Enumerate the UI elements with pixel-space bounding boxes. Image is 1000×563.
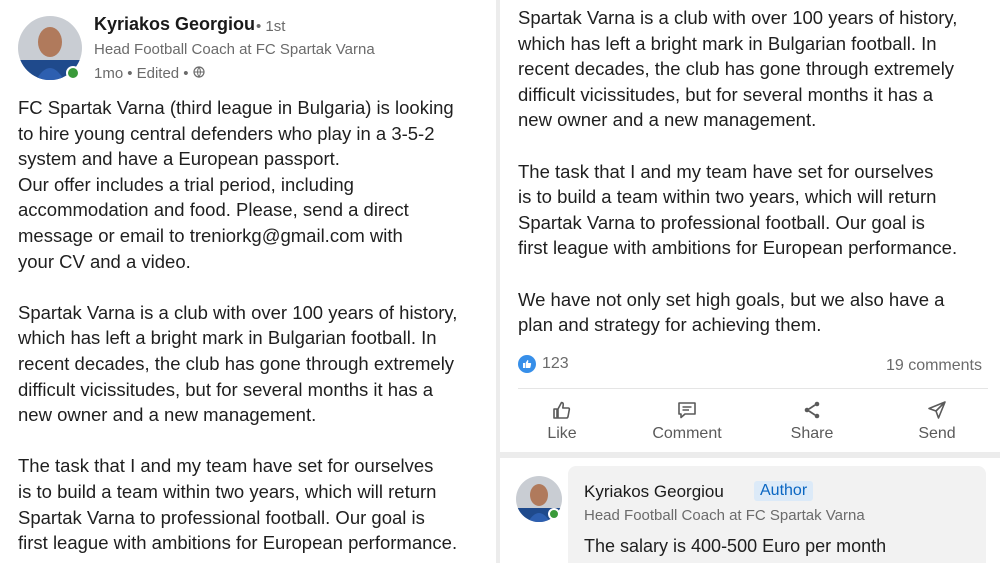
share-icon bbox=[762, 399, 862, 421]
post-text-line: Spartak Varna to professional football. … bbox=[518, 211, 925, 233]
commenter-online-icon bbox=[548, 508, 560, 520]
commenter-headline: Head Football Coach at FC Spartak Varna bbox=[584, 507, 865, 524]
post-text-line: recent decades, the club has gone throug… bbox=[18, 352, 455, 374]
post-text-line: We have not only set high goals, but we … bbox=[518, 288, 945, 310]
connection-degree: • 1st bbox=[256, 18, 286, 35]
reaction-count: 123 bbox=[542, 355, 569, 372]
author-headline: Head Football Coach at FC Spartak Varna bbox=[94, 41, 375, 58]
post-text-line: your CV and a video. bbox=[18, 250, 191, 272]
post-text-line: difficult vicissitudes, but for several … bbox=[18, 378, 434, 400]
post-text-line: The task that I and my team have set for… bbox=[518, 160, 934, 182]
post-left-panel: Kyriakos Georgiou • 1st Head Football Co… bbox=[0, 0, 496, 563]
online-status-icon bbox=[66, 66, 80, 80]
globe-icon bbox=[192, 65, 205, 82]
comment-section-divider bbox=[500, 452, 1000, 458]
post-text-line: which has left a bright mark in Bulgaria… bbox=[518, 32, 937, 54]
post-text-line: new owner and a new management. bbox=[18, 404, 317, 426]
post-text-line: is to build a team within two years, whi… bbox=[518, 186, 937, 208]
author-badge: Author bbox=[754, 481, 814, 501]
post-body-right: Spartak Varna is a club with over 100 ye… bbox=[518, 5, 957, 338]
author-name[interactable]: Kyriakos Georgiou bbox=[94, 14, 255, 35]
reactions-summary[interactable]: 123 bbox=[518, 355, 569, 373]
post-text-line: system and have a European passport. bbox=[18, 148, 340, 170]
like-button[interactable]: Like bbox=[512, 399, 612, 443]
comment-label: Comment bbox=[652, 425, 722, 442]
comment-button[interactable]: Comment bbox=[637, 399, 737, 443]
post-right-panel: Spartak Varna is a club with over 100 ye… bbox=[500, 0, 1000, 563]
comments-count[interactable]: 19 comments bbox=[886, 357, 982, 375]
comment-text: The salary is 400-500 Euro per month bbox=[584, 536, 887, 556]
share-label: Share bbox=[790, 425, 834, 442]
post-text-line: to hire young central defenders who play… bbox=[18, 122, 435, 144]
post-text-line: FC Spartak Varna (third league in Bulgar… bbox=[18, 97, 454, 118]
post-text-line: accommodation and food. Please, send a d… bbox=[18, 199, 409, 221]
post-body-left: FC Spartak Varna (third league in Bulgar… bbox=[18, 95, 457, 556]
post-text-line: message or email to treniorkg@gmail.com … bbox=[18, 224, 403, 246]
like-label: Like bbox=[547, 425, 577, 442]
thumbs-up-icon bbox=[512, 399, 612, 421]
post-time: 1mo bbox=[94, 65, 124, 82]
post-text-line: new owner and a new management. bbox=[518, 109, 817, 131]
post-text-line: first league with ambitions for European… bbox=[18, 532, 458, 554]
post-text-line: Our offer includes a trial period, inclu… bbox=[18, 173, 354, 195]
post-text-line: Spartak Varna is a club with over 100 ye… bbox=[18, 301, 458, 323]
post-text-line: Spartak Varna to professional football. … bbox=[18, 506, 425, 528]
share-button[interactable]: Share bbox=[762, 399, 862, 443]
send-icon bbox=[887, 399, 987, 421]
like-reaction-icon bbox=[518, 355, 536, 373]
comment-bubble: Kyriakos Georgiou Author Head Football C… bbox=[568, 466, 986, 563]
post-text-line: recent decades, the club has gone throug… bbox=[518, 58, 955, 80]
commenter-name[interactable]: Kyriakos Georgiou bbox=[584, 482, 724, 502]
send-label: Send bbox=[918, 425, 956, 442]
post-text-line: first league with ambitions for European… bbox=[518, 237, 958, 259]
post-text-line: Spartak Varna is a club with over 100 ye… bbox=[518, 7, 958, 28]
post-text-line: which has left a bright mark in Bulgaria… bbox=[18, 327, 437, 349]
action-bar: Like Comment Share Send bbox=[518, 388, 988, 450]
post-text-line: The task that I and my team have set for… bbox=[18, 455, 434, 477]
send-button[interactable]: Send bbox=[887, 399, 987, 443]
post-text-line: difficult vicissitudes, but for several … bbox=[518, 83, 934, 105]
comment-icon bbox=[637, 399, 737, 421]
post-text-line: is to build a team within two years, whi… bbox=[18, 480, 437, 502]
post-text-line: plan and strategy for achieving them. bbox=[518, 314, 822, 336]
post-meta: 1mo • Edited • bbox=[94, 65, 205, 82]
post-edited: • Edited • bbox=[127, 65, 189, 82]
